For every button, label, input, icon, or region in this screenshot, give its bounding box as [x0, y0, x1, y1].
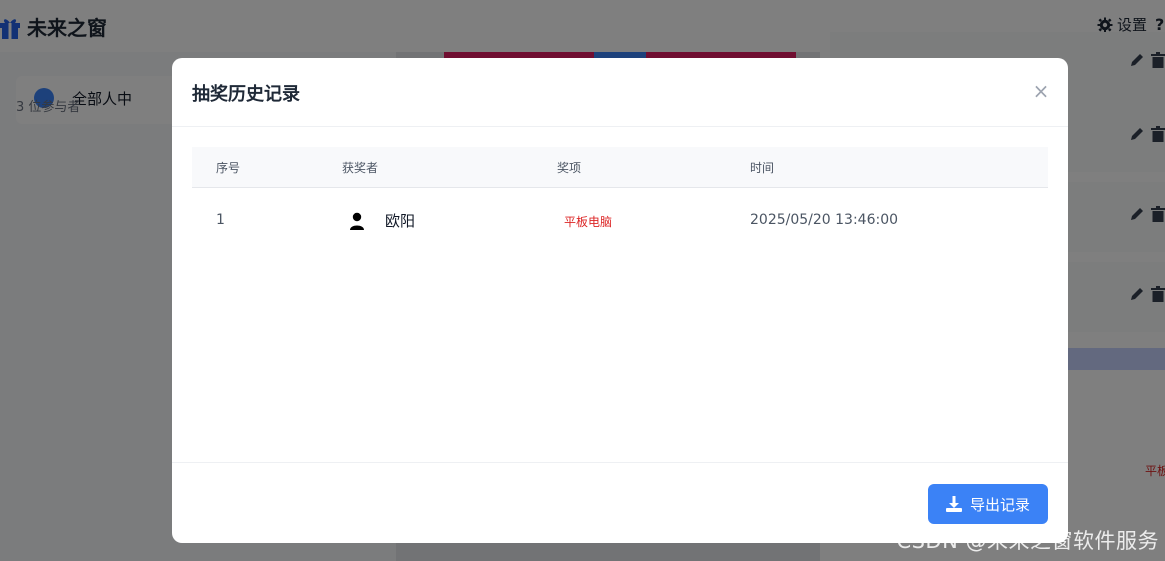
modal-header: 抽奖历史记录 × — [172, 58, 1068, 127]
table-row: 1 欧阳 平板电脑 2025/05/20 13:46:00 — [192, 188, 1048, 252]
row-index: 1 — [216, 212, 225, 228]
export-button-label: 导出记录 — [969, 495, 1030, 514]
column-header-index: 序号 — [216, 161, 241, 175]
user-icon — [350, 212, 364, 230]
download-icon — [945, 496, 962, 512]
table-header: 序号 获奖者 奖项 时间 — [192, 147, 1048, 188]
export-records-button[interactable]: 导出记录 — [928, 484, 1048, 524]
watermark: CSDN @未来之窗软件服务 — [896, 529, 1159, 553]
winner-name: 欧阳 — [385, 212, 416, 230]
row-prize: 平板电脑 — [564, 215, 613, 229]
modal-title: 抽奖历史记录 — [192, 84, 300, 105]
close-icon[interactable]: × — [1030, 80, 1052, 102]
history-table: 序号 获奖者 奖项 时间 1 欧阳 平板电脑 2025/05/20 13:46:… — [192, 147, 1048, 252]
column-header-winner: 获奖者 — [342, 161, 379, 175]
column-header-prize: 奖项 — [557, 161, 582, 175]
row-winner: 欧阳 — [349, 210, 415, 231]
history-modal: 抽奖历史记录 × 序号 获奖者 奖项 时间 1 欧阳 平板电脑 2025/05/… — [172, 58, 1068, 543]
row-time: 2025/05/20 13:46:00 — [750, 212, 899, 228]
column-header-time: 时间 — [750, 161, 775, 175]
table-body: 1 欧阳 平板电脑 2025/05/20 13:46:00 — [192, 188, 1048, 252]
